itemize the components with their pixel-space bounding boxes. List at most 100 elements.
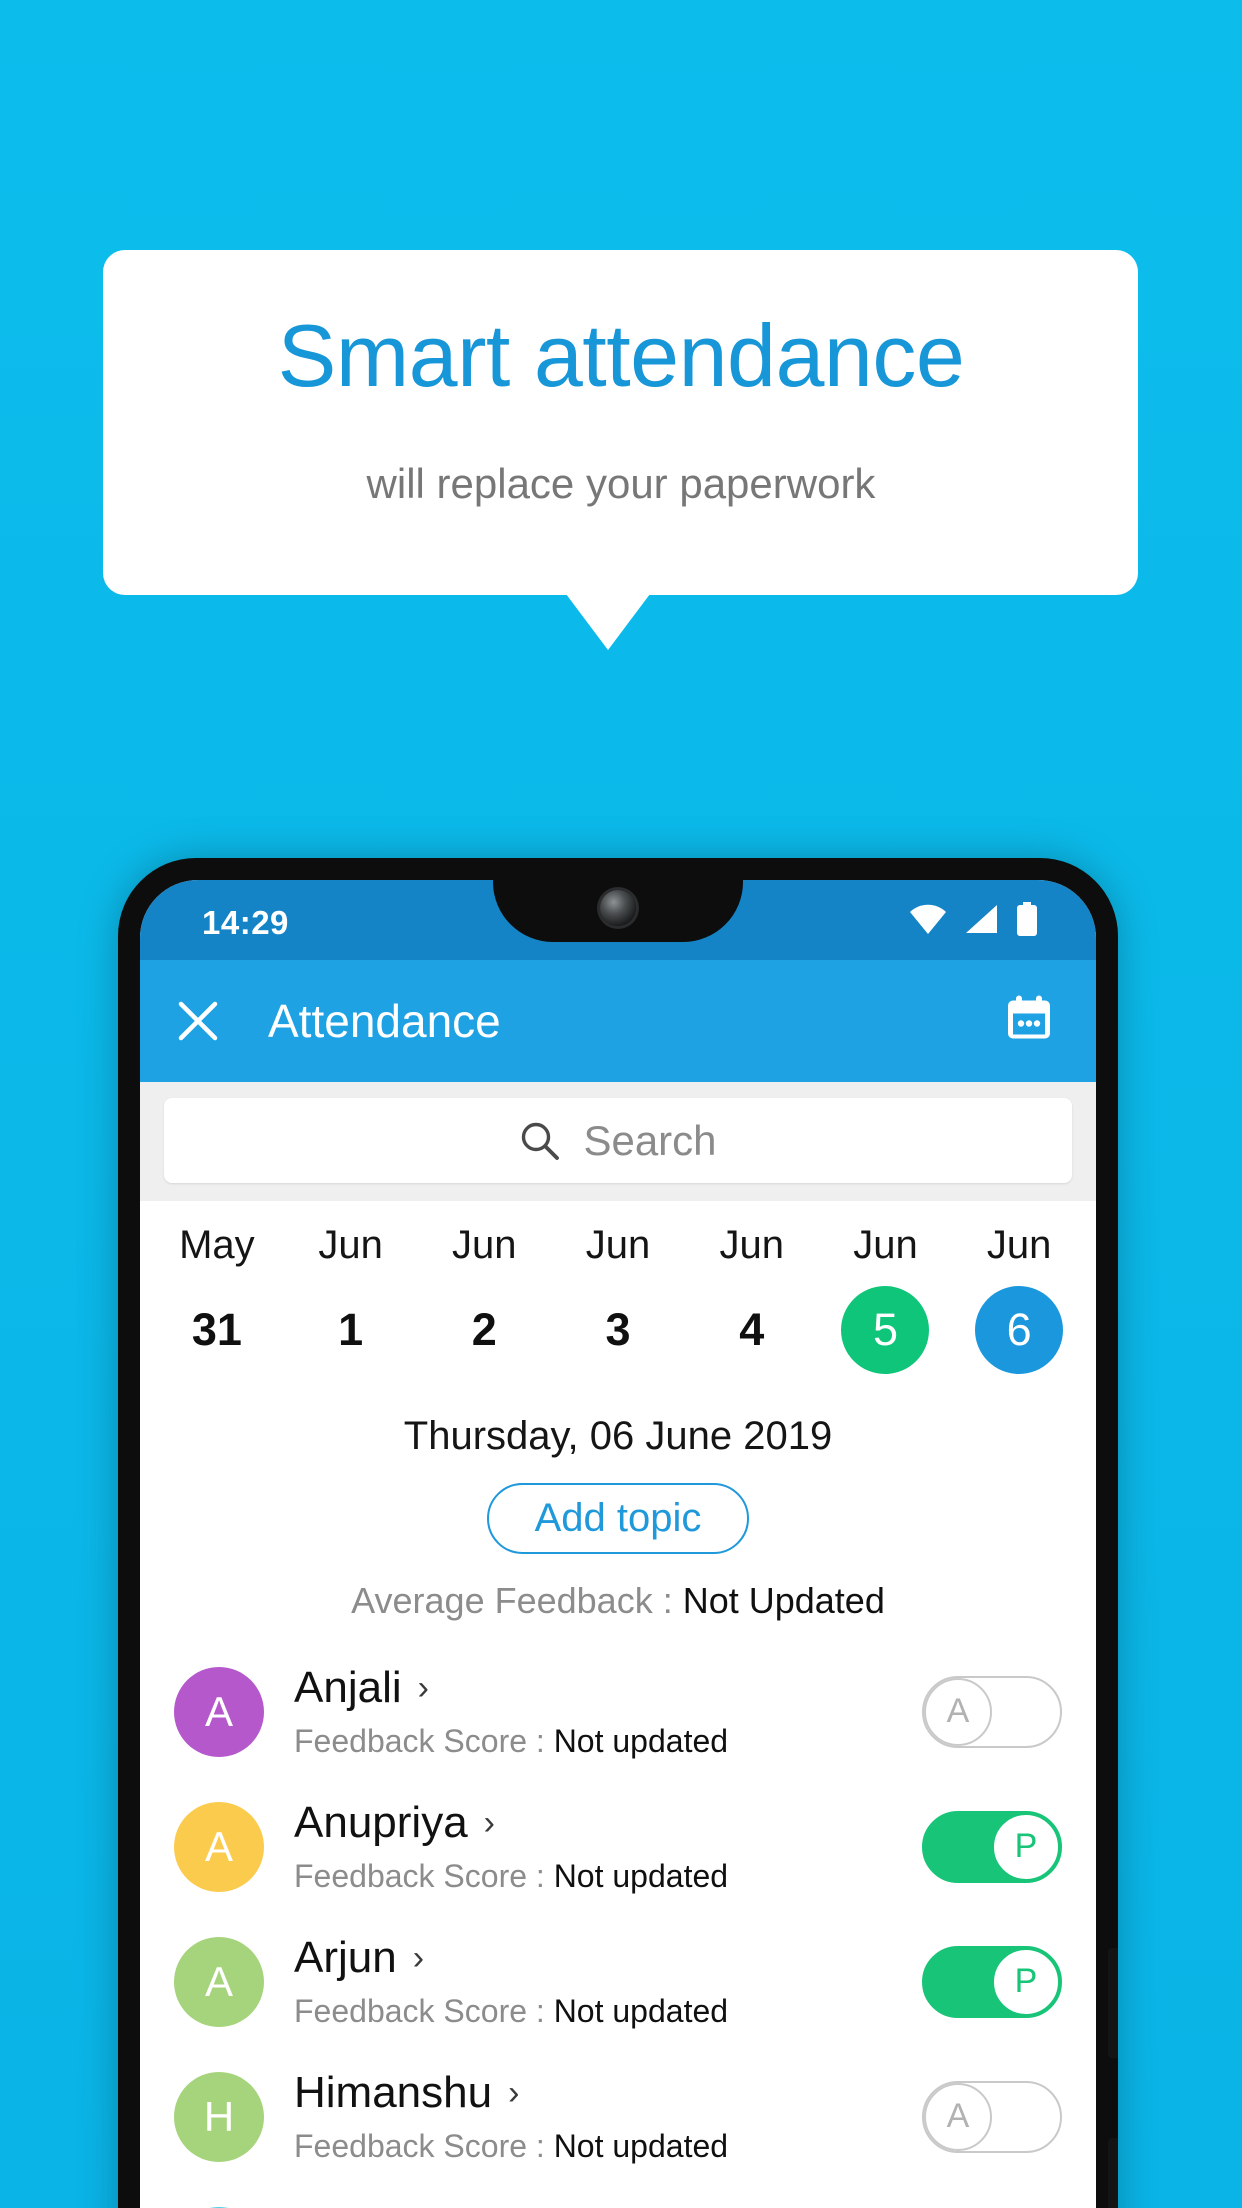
date-month-label: Jun xyxy=(452,1223,517,1267)
search-icon xyxy=(522,1122,560,1160)
date-month-label: Jun xyxy=(585,1223,651,1267)
wifi-icon xyxy=(910,904,946,934)
student-row[interactable]: A Arjun › Feedback Score : Not updated P xyxy=(140,1914,1096,2049)
date-cell[interactable]: Jun 3 xyxy=(551,1223,685,1374)
student-row[interactable]: H Himanshu › Feedback Score : Not updated A xyxy=(140,2049,1096,2184)
feedback-label: Feedback Score : xyxy=(294,1723,554,1759)
date-number-badge: 2 xyxy=(440,1286,528,1374)
promo-speech-bubble xyxy=(103,250,1138,595)
student-feedback: Feedback Score : Not updated xyxy=(294,1858,922,1895)
date-number-badge: 6 xyxy=(975,1286,1064,1374)
student-name: Anjali xyxy=(294,1663,402,1712)
promo-title: Smart attendance xyxy=(277,306,965,405)
student-info: Anupriya › Feedback Score : Not updated xyxy=(294,1798,922,1895)
chevron-right-icon: › xyxy=(412,1939,425,1977)
date-number-badge: 1 xyxy=(307,1286,395,1374)
promo-subtitle: will replace your paperwork xyxy=(366,460,876,507)
calendar-button[interactable] xyxy=(1004,994,1054,1049)
page-title: Attendance xyxy=(268,995,501,1047)
attendance-toggle-knob: P xyxy=(992,1947,1060,2016)
date-number-badge: 5 xyxy=(841,1286,930,1374)
selected-date-label: Thursday, 06 June 2019 xyxy=(403,1414,833,1458)
search-placeholder: Search xyxy=(583,1116,717,1164)
status-icons xyxy=(910,902,1038,936)
phone-volume-button xyxy=(1108,1948,1118,2058)
date-cell[interactable]: Jun 6 xyxy=(952,1223,1086,1374)
feedback-label: Feedback Score : xyxy=(294,2128,554,2164)
feedback-value: Not updated xyxy=(553,1993,729,2029)
date-month-label: Jun xyxy=(986,1223,1052,1267)
date-number-label: 3 xyxy=(605,1304,631,1355)
avatar: H xyxy=(174,2071,264,2162)
battery-icon xyxy=(1017,902,1037,936)
attendance-toggle[interactable]: A xyxy=(922,1675,1062,1748)
date-number-badge: 31 xyxy=(173,1286,261,1374)
student-name-line[interactable]: Himanshu › xyxy=(294,2068,922,2118)
avatar: A xyxy=(174,1936,264,2027)
chevron-right-icon: › xyxy=(483,1804,495,1842)
date-month-label: Jun xyxy=(719,1223,784,1267)
date-number-label: 2 xyxy=(471,1304,497,1355)
student-feedback: Feedback Score : Not updated xyxy=(294,1993,922,2030)
date-cell[interactable]: Jun 4 xyxy=(685,1223,819,1374)
add-topic-button[interactable]: Add topic xyxy=(486,1483,750,1554)
average-feedback: Average Feedback : Not Updated xyxy=(140,1580,1096,1622)
date-cell[interactable]: Jun 2 xyxy=(417,1223,551,1374)
date-number-label: 4 xyxy=(739,1304,765,1355)
student-info: Arjun › Feedback Score : Not updated xyxy=(294,1933,922,2030)
date-number-label: 6 xyxy=(1006,1304,1032,1355)
student-name: Anupriya xyxy=(294,1798,468,1847)
attendance-toggle-knob: A xyxy=(924,1677,992,1746)
close-button[interactable] xyxy=(150,999,246,1043)
student-name-line[interactable]: Rahul› xyxy=(294,2203,922,2208)
attendance-toggle-knob: P xyxy=(992,1812,1060,1881)
student-name: Arjun xyxy=(294,1933,397,1982)
attendance-toggle[interactable]: P xyxy=(922,1945,1062,2018)
promo-bubble-tail xyxy=(566,594,650,650)
student-list: A Anjali › Feedback Score : Not updated A A An… xyxy=(140,1644,1096,2208)
attendance-toggle-knob: A xyxy=(924,2082,992,2151)
student-info: Himanshu › Feedback Score : Not updated xyxy=(294,2068,922,2165)
front-camera xyxy=(600,890,636,926)
feedback-label: Feedback Score : xyxy=(294,1993,554,2029)
date-cell[interactable]: Jun 5 xyxy=(819,1223,953,1374)
date-strip: May 31 Jun 1 Jun 2 Jun 3 Jun 4 Jun 5 Jun 6 xyxy=(140,1201,1096,1380)
student-feedback: Feedback Score : Not updated xyxy=(294,2128,922,2165)
student-name-line[interactable]: Anupriya › xyxy=(294,1798,922,1848)
feedback-value: Not updated xyxy=(553,2128,729,2164)
student-row[interactable]: RRahul›Feedback Score : Not updatedP xyxy=(140,2184,1096,2208)
date-cell[interactable]: Jun 1 xyxy=(284,1223,418,1374)
phone-screen: 14:29 Attendance Search May 31 Jun 1 Jun… xyxy=(140,880,1096,2208)
chevron-right-icon: › xyxy=(417,1669,429,1707)
date-number-badge: 3 xyxy=(574,1286,662,1374)
attendance-toggle[interactable]: A xyxy=(922,2080,1062,2153)
chevron-right-icon: › xyxy=(508,2074,520,2112)
phone-notch xyxy=(493,880,743,942)
feedback-value: Not updated xyxy=(553,1723,729,1759)
calendar-icon xyxy=(1008,995,1050,1039)
phone-mockup: 14:29 Attendance Search May 31 Jun 1 Jun… xyxy=(118,858,1118,2208)
date-number-label: 5 xyxy=(872,1304,898,1355)
close-icon xyxy=(178,1001,218,1041)
student-row[interactable]: A Anupriya › Feedback Score : Not updated P xyxy=(140,1779,1096,1914)
signal-icon xyxy=(966,905,997,933)
average-feedback-label: Average Feedback : xyxy=(351,1580,683,1621)
avatar: A xyxy=(174,1666,264,1757)
student-name-line[interactable]: Arjun › xyxy=(294,1933,922,1983)
student-row[interactable]: A Anjali › Feedback Score : Not updated A xyxy=(140,1644,1096,1779)
status-bar: 14:29 xyxy=(140,880,1096,960)
search-input[interactable]: Search xyxy=(164,1098,1072,1183)
date-number-label: 31 xyxy=(191,1304,242,1355)
app-bar: Attendance xyxy=(140,960,1096,1082)
add-topic-container: Add topic xyxy=(140,1483,1096,1554)
student-name: Himanshu xyxy=(294,2068,493,2117)
feedback-value: Not updated xyxy=(553,1858,729,1894)
student-name-line[interactable]: Anjali › xyxy=(294,1663,922,1713)
status-time: 14:29 xyxy=(202,904,289,941)
search-bar-container: Search xyxy=(140,1082,1096,1201)
attendance-toggle[interactable]: P xyxy=(922,1810,1062,1883)
avatar: A xyxy=(174,1801,264,1892)
date-cell[interactable]: May 31 xyxy=(150,1223,284,1374)
date-number-badge: 4 xyxy=(708,1286,796,1374)
student-name: Rahul xyxy=(294,2203,409,2208)
